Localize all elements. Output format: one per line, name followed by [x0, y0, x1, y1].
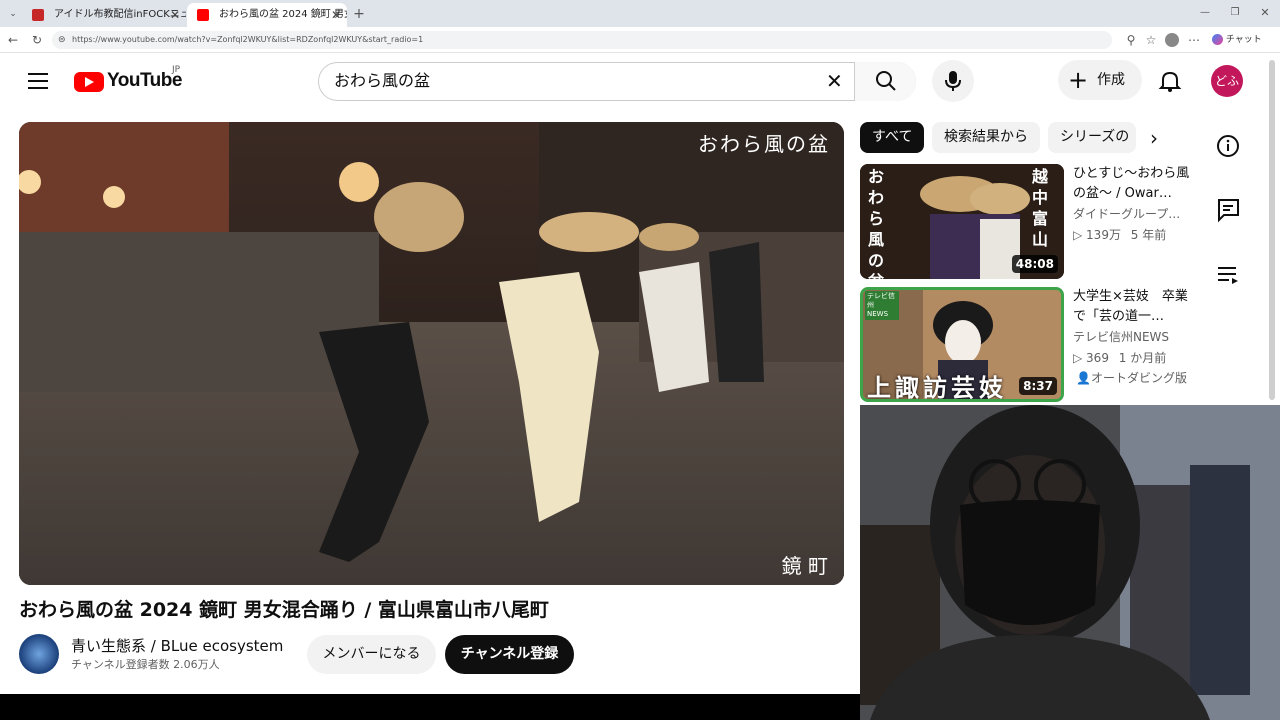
duration-badge: 8:37	[1019, 377, 1057, 395]
join-button[interactable]: メンバーになる	[307, 635, 436, 674]
chip-all[interactable]: すべて	[860, 122, 924, 153]
create-label: 作成	[1097, 72, 1125, 88]
video-overlay-title: おわら風の盆	[698, 132, 830, 156]
region-code: JP	[172, 65, 181, 75]
logo-text: YouTube	[107, 70, 182, 91]
chip-series[interactable]: シリーズの	[1048, 122, 1136, 153]
favicon-icon	[32, 9, 44, 21]
chat-icon[interactable]	[1215, 197, 1241, 223]
recommendation-2-thumbnail[interactable]: テレビ信州 NEWS 上諏訪芸妓 8:37	[860, 287, 1064, 402]
video-title: おわら風の盆 2024 鏡町 男女混合踊り / 富山県富山市八尾町	[19, 599, 549, 621]
channel-avatar[interactable]	[19, 634, 59, 674]
view-count: 139万	[1086, 228, 1121, 242]
recommendation-title[interactable]: 大学生×芸妓 卒業で「芸の道一…	[1073, 287, 1191, 327]
back-icon[interactable]: ←	[4, 31, 22, 49]
maximize-icon[interactable]: ❐	[1226, 4, 1244, 22]
webcam-overlay	[860, 405, 1280, 720]
recommendation-title[interactable]: ひとすじ〜おわら風の盆〜 / Owar…	[1073, 164, 1191, 204]
recommendation-meta: ▷ 369 1 か月前	[1073, 349, 1166, 367]
recommendation-meta: ▷ 139万 5 年前	[1073, 226, 1166, 244]
notifications-icon[interactable]	[1158, 69, 1182, 93]
search-input[interactable]: おわら風の盆	[334, 70, 430, 92]
account-avatar[interactable]: どふ	[1211, 65, 1243, 97]
webcam-person-image	[860, 405, 1280, 720]
thumbnail-caption: 上諏訪芸妓	[867, 374, 1007, 402]
duration-badge: 48:08	[1011, 255, 1058, 273]
bottom-black-bar	[0, 694, 860, 720]
subscribe-button[interactable]: チャンネル登録	[445, 635, 574, 674]
person-icon: 👤	[1076, 371, 1091, 385]
recommendation-1-thumbnail[interactable]: おわら風の盆 越中富山 48:08	[860, 164, 1064, 279]
view-count: 369	[1086, 351, 1109, 365]
playlist-play-icon: ▷	[1073, 351, 1087, 365]
plus-icon: +	[1068, 66, 1089, 94]
minimize-icon[interactable]: —	[1196, 4, 1214, 22]
microphone-icon	[945, 71, 961, 91]
video-overlay-place: 鏡 町	[781, 554, 828, 578]
voice-search-button[interactable]	[932, 60, 974, 102]
clear-search-icon[interactable]: ✕	[826, 69, 843, 93]
favorites-icon[interactable]: ☆	[1142, 31, 1160, 49]
dubbing-badge: 👤オートダビング版	[1076, 369, 1188, 387]
thumbnail-vertical-text: 越中富山	[1032, 167, 1049, 249]
chips-next-icon[interactable]: ›	[1150, 127, 1158, 149]
site-info-icon[interactable]: ⊜	[58, 31, 66, 49]
youtube-play-icon	[74, 72, 104, 92]
youtube-logo[interactable]: YouTube JP	[74, 65, 204, 93]
upload-age: 1 か月前	[1118, 351, 1167, 365]
channel-tag: テレビ信州 NEWS	[865, 291, 899, 320]
channel-name[interactable]: 青い生態系 / BLue ecosystem	[71, 636, 283, 656]
copilot-chat-button[interactable]: チャット	[1212, 33, 1262, 47]
page-scrollbar[interactable]	[1269, 60, 1275, 400]
extensions-icon[interactable]: ⚲	[1122, 31, 1140, 49]
info-icon[interactable]	[1215, 133, 1241, 159]
upload-age: 5 年前	[1130, 228, 1167, 242]
tab-list-icon[interactable]: ⌄	[4, 5, 22, 23]
subscriber-count: チャンネル登録者数 2.06万人	[71, 658, 220, 671]
browser-tab-2[interactable]: おわら風の盆 2024 鏡町 男女混合踊り ✕	[187, 3, 347, 27]
playlist-play-icon: ▷	[1073, 228, 1087, 242]
playlist-icon[interactable]	[1215, 262, 1241, 288]
copilot-icon	[1212, 34, 1223, 45]
tab-title: おわら風の盆 2024 鏡町 男女混合踊り	[219, 9, 347, 20]
chip-from-search[interactable]: 検索結果から	[932, 122, 1040, 153]
dubbing-label: オートダビング版	[1090, 371, 1187, 385]
search-button[interactable]	[854, 62, 916, 101]
menu-icon[interactable]	[28, 71, 48, 91]
address-bar[interactable]: ⊜ https://www.youtube.com/watch?v=Zonfql…	[52, 31, 1112, 49]
close-tab-icon[interactable]: ✕	[170, 3, 180, 27]
youtube-favicon-icon	[197, 9, 209, 21]
video-player[interactable]: おわら風の盆 鏡 町	[19, 122, 844, 585]
close-window-icon[interactable]: ✕	[1256, 4, 1274, 22]
chat-label: チャット	[1225, 35, 1262, 45]
more-icon[interactable]: ⋯	[1185, 31, 1203, 49]
url-text: https://www.youtube.com/watch?v=Zonfql2W…	[72, 35, 424, 44]
recommendation-channel[interactable]: ダイドーグループ…	[1073, 205, 1191, 223]
tab-title: アイドル布教配信inFOCKニュース [出演]	[54, 9, 186, 20]
reload-icon[interactable]: ↻	[28, 31, 46, 49]
search-icon	[876, 71, 896, 91]
create-button[interactable]: + 作成	[1058, 60, 1142, 100]
recommendation-channel[interactable]: テレビ信州NEWS	[1073, 328, 1191, 346]
profile-icon[interactable]	[1165, 33, 1179, 47]
thumbnail-vertical-text: おわら風の盆	[868, 167, 885, 279]
video-frame-image	[19, 122, 844, 585]
browser-tab-1[interactable]: アイドル布教配信inFOCKニュース [出演] ✕	[22, 3, 186, 27]
close-tab-icon[interactable]: ✕	[331, 3, 341, 27]
new-tab-icon[interactable]: +	[350, 5, 368, 23]
